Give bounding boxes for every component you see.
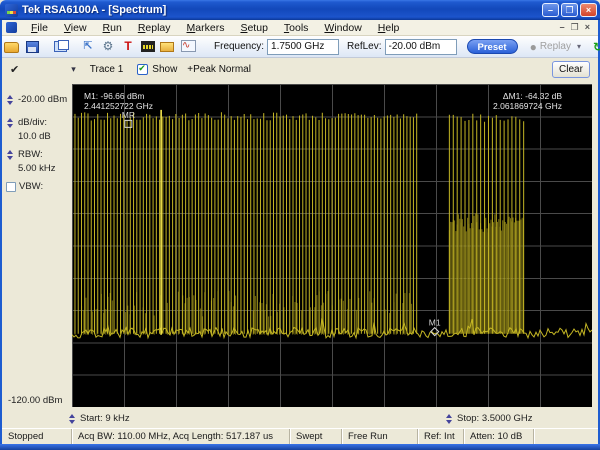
spectrum-plot[interactable]: MR M1 M1: -96.66 dBm 2.441252722 GHz ΔM1:… <box>72 84 592 407</box>
show-label: Show <box>152 63 178 75</box>
status-run-state: Stopped <box>2 429 72 444</box>
mdi-document-icon <box>6 22 17 33</box>
status-attenuation: Atten: 10 dB <box>464 429 534 444</box>
menu-file[interactable]: File <box>23 21 56 35</box>
preset-button[interactable]: Preset <box>466 39 518 54</box>
frequency-axis-bar: Start: 9 kHz Stop: 3.5000 GHz <box>2 407 598 428</box>
menu-window[interactable]: Window <box>316 21 369 35</box>
spectrum-trace-canvas: MR M1 <box>72 84 592 407</box>
menu-run[interactable]: Run <box>95 21 130 35</box>
trace-selector[interactable]: Trace 1 <box>90 64 124 75</box>
collapse-chevron-icon[interactable]: ▾ <box>71 64 76 75</box>
vbw-checkbox[interactable] <box>6 181 16 192</box>
show-checkbox[interactable] <box>137 63 149 75</box>
status-filler <box>534 429 598 444</box>
start-frequency-label: Start: 9 kHz <box>80 413 130 424</box>
stop-frequency-group: Stop: 3.5000 GHz <box>445 413 533 424</box>
rbw-value-row: 5.00 kHz <box>18 163 56 174</box>
replay-button-label: Replay <box>539 41 571 52</box>
recall-icon[interactable] <box>160 39 176 54</box>
trace-check-icon[interactable]: ✔ <box>10 63 19 76</box>
m1-frequency: 2.441252722 GHz <box>84 101 153 111</box>
db-div-label: dB/div: <box>18 117 48 128</box>
clear-button[interactable]: Clear <box>552 60 590 78</box>
detection-mode-label: +Peak Normal <box>187 63 251 75</box>
window-title: Tek RSA6100A - [Spectrum] <box>22 4 167 16</box>
db-div-value-row: 10.0 dB <box>18 131 51 142</box>
vbw-label: VBW: <box>19 181 44 192</box>
marker-mr-label: MR <box>122 110 135 120</box>
rbw-spinner-icon[interactable] <box>6 149 15 160</box>
close-button[interactable]: × <box>580 3 597 17</box>
mdi-restore-button[interactable]: ❐ <box>571 22 579 33</box>
rbw-row: RBW: <box>6 149 43 160</box>
reflev-input[interactable] <box>384 38 457 55</box>
marker-mr-shape[interactable] <box>124 119 133 128</box>
trace-settings-bar: ✔ ▾ Trace 1 Show +Peak Normal Clear <box>2 58 598 80</box>
rbw-value: 5.00 kHz <box>18 163 56 174</box>
ref-level-bottom-label: -120.00 dBm <box>8 395 63 406</box>
db-div-spinner-icon[interactable] <box>6 117 15 128</box>
status-trigger-mode: Free Run <box>342 429 418 444</box>
ref-level-top-row: -20.00 dBm <box>6 94 67 105</box>
save-icon[interactable] <box>24 39 40 54</box>
title-bar: Tek RSA6100A - [Spectrum] – ❐ × <box>0 0 600 20</box>
frequency-label: Frequency: <box>214 41 265 52</box>
db-div-row: dB/div: <box>6 117 47 128</box>
restore-button[interactable]: ❐ <box>561 3 578 17</box>
m1-marker-readout: M1: -96.66 dBm 2.441252722 GHz <box>84 91 153 111</box>
menu-bar: File View Run Replay Markers Setup Tools… <box>2 20 598 36</box>
run-icon: ↻ <box>592 39 600 54</box>
displays-icon[interactable] <box>52 39 68 54</box>
menu-replay[interactable]: Replay <box>130 21 179 35</box>
replay-dropdown-icon[interactable]: ▾ <box>577 42 581 51</box>
status-reference: Ref: Int <box>418 429 464 444</box>
db-div-value: 10.0 dB <box>18 131 51 142</box>
reflev-label: RefLev: <box>347 41 382 52</box>
run-button[interactable]: ↻ Run ▾ <box>593 40 600 54</box>
analysis-wave-icon[interactable] <box>180 39 196 54</box>
status-bar: Stopped Acq BW: 110.00 MHz, Acq Length: … <box>2 428 598 444</box>
menu-tools[interactable]: Tools <box>276 21 317 35</box>
amplitude-sidebar: -20.00 dBm dB/div: 10.0 dB RBW: 5.00 kHz… <box>2 80 72 428</box>
minimize-button[interactable]: – <box>542 3 559 17</box>
frequency-input[interactable] <box>267 38 340 55</box>
ref-level-spinner-icon[interactable] <box>6 94 15 105</box>
export-icon[interactable]: ⇱ <box>80 39 96 54</box>
mdi-window-controls: – ❐ × <box>560 22 598 33</box>
delta-level: ΔM1: -64.32 dB <box>502 91 562 101</box>
start-frequency-group: Start: 9 kHz <box>68 413 130 424</box>
replay-icon: ● <box>529 39 537 54</box>
delta-marker-readout: ΔM1: -64.32 dB 2.061869724 GHz <box>493 91 562 111</box>
main-toolbar: ⇱ ⚙ T Frequency: RefLev: Preset ● Replay… <box>2 36 600 58</box>
delta-frequency: 2.061869724 GHz <box>493 101 562 111</box>
ref-level-bottom-row: -120.00 dBm <box>8 395 62 406</box>
app-window: Tek RSA6100A - [Spectrum] – ❐ × File Vie… <box>0 0 600 450</box>
mdi-minimize-button[interactable]: – <box>560 22 565 33</box>
mdi-close-button[interactable]: × <box>585 22 590 33</box>
menu-markers[interactable]: Markers <box>179 21 233 35</box>
settings-gear-icon[interactable]: ⚙ <box>100 39 116 54</box>
marker-m1-label: M1 <box>429 318 441 328</box>
status-sweep-mode: Swept <box>290 429 342 444</box>
start-frequency-spinner-icon[interactable] <box>68 413 77 424</box>
replay-button[interactable]: ● Replay ▾ <box>530 40 581 54</box>
m1-level: M1: -96.66 dBm <box>84 91 145 101</box>
status-acquisition: Acq BW: 110.00 MHz, Acq Length: 517.187 … <box>72 429 290 444</box>
vbw-row: VBW: <box>6 181 43 192</box>
window-frame-bottom <box>0 444 600 450</box>
trace-icon[interactable] <box>140 39 156 54</box>
app-logo-icon <box>5 3 18 17</box>
menu-help[interactable]: Help <box>370 21 408 35</box>
rbw-label: RBW: <box>18 149 43 160</box>
stop-frequency-spinner-icon[interactable] <box>445 413 454 424</box>
stop-frequency-label: Stop: 3.5000 GHz <box>457 413 533 424</box>
text-marker-icon[interactable]: T <box>120 39 136 54</box>
ref-level-top-label: -20.00 dBm <box>18 94 68 105</box>
open-file-icon[interactable] <box>4 39 20 54</box>
menu-setup[interactable]: Setup <box>232 21 275 35</box>
menu-view[interactable]: View <box>56 21 95 35</box>
